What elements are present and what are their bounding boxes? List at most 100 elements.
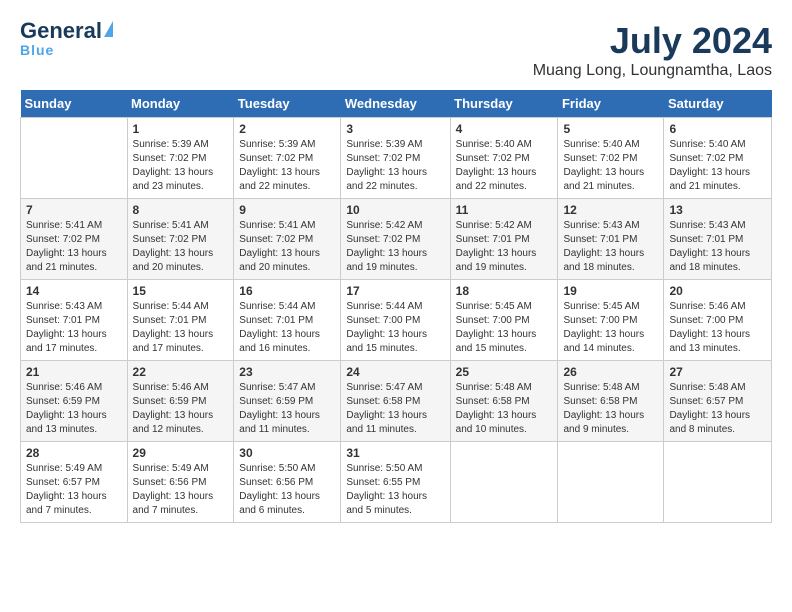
day-number: 11 — [456, 203, 553, 217]
day-info: Sunrise: 5:47 AM Sunset: 6:58 PM Dayligh… — [346, 381, 444, 437]
weekday-header-monday: Monday — [127, 90, 234, 118]
calendar-cell: 21Sunrise: 5:46 AM Sunset: 6:59 PM Dayli… — [21, 361, 128, 442]
weekday-header-saturday: Saturday — [664, 90, 772, 118]
location-subtitle: Muang Long, Loungnamtha, Laos — [533, 62, 772, 80]
day-info: Sunrise: 5:42 AM Sunset: 7:02 PM Dayligh… — [346, 219, 444, 275]
calendar-cell: 16 Sunrise: 5:44 AM Sunset: 7:01 PM Dayli… — [234, 280, 341, 361]
day-info: Sunrise: 5:40 AM Sunset: 7:02 PM Dayligh… — [563, 138, 658, 194]
day-number: 25 — [456, 365, 553, 379]
day-info: Sunrise: 5:39 AM Sunset: 7:02 PM Dayligh… — [133, 138, 229, 194]
day-info: Sunrise: 5:46 AM Sunset: 7:00 PM Dayligh… — [669, 300, 766, 356]
day-number: 31 — [346, 446, 444, 460]
day-number: 4 — [456, 122, 553, 136]
day-info: Sunrise: 5:43 AM Sunset: 7:01 PM Dayligh… — [26, 300, 122, 356]
calendar-cell: 27 Sunrise: 5:48 AM Sunset: 6:57 PM Dayli… — [664, 361, 772, 442]
calendar-cell: 26Sunrise: 5:48 AM Sunset: 6:58 PM Dayli… — [558, 361, 664, 442]
calendar-cell: 10 Sunrise: 5:42 AM Sunset: 7:02 PM Dayli… — [341, 199, 450, 280]
day-info: Sunrise: 5:43 AM Sunset: 7:01 PM Dayligh… — [563, 219, 658, 275]
day-number: 7 — [26, 203, 122, 217]
day-number: 19 — [563, 284, 658, 298]
day-number: 8 — [133, 203, 229, 217]
logo-blue: Blue — [20, 42, 54, 58]
weekday-header-thursday: Thursday — [450, 90, 558, 118]
day-info: Sunrise: 5:43 AM Sunset: 7:01 PM Dayligh… — [669, 219, 766, 275]
calendar-week-row: 21Sunrise: 5:46 AM Sunset: 6:59 PM Dayli… — [21, 361, 772, 442]
day-number: 5 — [563, 122, 658, 136]
day-info: Sunrise: 5:50 AM Sunset: 6:56 PM Dayligh… — [239, 462, 335, 518]
day-info: Sunrise: 5:48 AM Sunset: 6:57 PM Dayligh… — [669, 381, 766, 437]
calendar-week-row: 14 Sunrise: 5:43 AM Sunset: 7:01 PM Dayli… — [21, 280, 772, 361]
calendar-cell — [558, 442, 664, 523]
day-info: Sunrise: 5:40 AM Sunset: 7:02 PM Dayligh… — [669, 138, 766, 194]
calendar-cell — [21, 118, 128, 199]
day-info: Sunrise: 5:50 AM Sunset: 6:55 PM Dayligh… — [346, 462, 444, 518]
day-number: 16 — [239, 284, 335, 298]
day-number: 10 — [346, 203, 444, 217]
day-info: Sunrise: 5:45 AM Sunset: 7:00 PM Dayligh… — [456, 300, 553, 356]
calendar-cell: 23Sunrise: 5:47 AM Sunset: 6:59 PM Dayli… — [234, 361, 341, 442]
day-info: Sunrise: 5:40 AM Sunset: 7:02 PM Dayligh… — [456, 138, 553, 194]
day-number: 1 — [133, 122, 229, 136]
day-number: 21 — [26, 365, 122, 379]
weekday-header-wednesday: Wednesday — [341, 90, 450, 118]
day-info: Sunrise: 5:45 AM Sunset: 7:00 PM Dayligh… — [563, 300, 658, 356]
calendar-cell: 6Sunrise: 5:40 AM Sunset: 7:02 PM Daylig… — [664, 118, 772, 199]
calendar-cell: 25 Sunrise: 5:48 AM Sunset: 6:58 PM Dayli… — [450, 361, 558, 442]
calendar-cell — [664, 442, 772, 523]
calendar-week-row: 1 Sunrise: 5:39 AM Sunset: 7:02 PM Daylig… — [21, 118, 772, 199]
calendar-cell: 18Sunrise: 5:45 AM Sunset: 7:00 PM Dayli… — [450, 280, 558, 361]
day-info: Sunrise: 5:41 AM Sunset: 7:02 PM Dayligh… — [133, 219, 229, 275]
calendar-cell: 30 Sunrise: 5:50 AM Sunset: 6:56 PM Dayli… — [234, 442, 341, 523]
day-number: 22 — [133, 365, 229, 379]
day-info: Sunrise: 5:39 AM Sunset: 7:02 PM Dayligh… — [239, 138, 335, 194]
day-number: 3 — [346, 122, 444, 136]
calendar-cell: 5 Sunrise: 5:40 AM Sunset: 7:02 PM Daylig… — [558, 118, 664, 199]
day-number: 2 — [239, 122, 335, 136]
calendar-cell: 24 Sunrise: 5:47 AM Sunset: 6:58 PM Dayli… — [341, 361, 450, 442]
day-info: Sunrise: 5:49 AM Sunset: 6:57 PM Dayligh… — [26, 462, 122, 518]
day-number: 20 — [669, 284, 766, 298]
calendar-cell: 17 Sunrise: 5:44 AM Sunset: 7:00 PM Dayli… — [341, 280, 450, 361]
calendar-cell: 4 Sunrise: 5:40 AM Sunset: 7:02 PM Daylig… — [450, 118, 558, 199]
day-number: 9 — [239, 203, 335, 217]
day-number: 17 — [346, 284, 444, 298]
day-number: 14 — [26, 284, 122, 298]
day-number: 28 — [26, 446, 122, 460]
day-info: Sunrise: 5:42 AM Sunset: 7:01 PM Dayligh… — [456, 219, 553, 275]
day-number: 27 — [669, 365, 766, 379]
day-number: 23 — [239, 365, 335, 379]
calendar-cell: 29Sunrise: 5:49 AM Sunset: 6:56 PM Dayli… — [127, 442, 234, 523]
calendar-cell: 7 Sunrise: 5:41 AM Sunset: 7:02 PM Daylig… — [21, 199, 128, 280]
calendar-cell: 2 Sunrise: 5:39 AM Sunset: 7:02 PM Daylig… — [234, 118, 341, 199]
calendar-cell: 13Sunrise: 5:43 AM Sunset: 7:01 PM Dayli… — [664, 199, 772, 280]
calendar-cell: 28 Sunrise: 5:49 AM Sunset: 6:57 PM Dayli… — [21, 442, 128, 523]
day-info: Sunrise: 5:39 AM Sunset: 7:02 PM Dayligh… — [346, 138, 444, 194]
weekday-header-sunday: Sunday — [21, 90, 128, 118]
logo-general: General — [20, 20, 102, 42]
calendar-cell: 15Sunrise: 5:44 AM Sunset: 7:01 PM Dayli… — [127, 280, 234, 361]
day-number: 24 — [346, 365, 444, 379]
calendar-cell: 14 Sunrise: 5:43 AM Sunset: 7:01 PM Dayli… — [21, 280, 128, 361]
day-number: 15 — [133, 284, 229, 298]
day-info: Sunrise: 5:41 AM Sunset: 7:02 PM Dayligh… — [239, 219, 335, 275]
weekday-header-tuesday: Tuesday — [234, 90, 341, 118]
day-number: 30 — [239, 446, 335, 460]
day-number: 26 — [563, 365, 658, 379]
day-info: Sunrise: 5:48 AM Sunset: 6:58 PM Dayligh… — [456, 381, 553, 437]
logo: General Blue — [20, 20, 113, 58]
calendar-cell: 9 Sunrise: 5:41 AM Sunset: 7:02 PM Daylig… — [234, 199, 341, 280]
calendar-cell: 31 Sunrise: 5:50 AM Sunset: 6:55 PM Dayli… — [341, 442, 450, 523]
day-number: 12 — [563, 203, 658, 217]
title-section: July 2024 Muang Long, Loungnamtha, Laos — [533, 20, 772, 80]
month-year-title: July 2024 — [533, 20, 772, 62]
day-info: Sunrise: 5:41 AM Sunset: 7:02 PM Dayligh… — [26, 219, 122, 275]
weekday-header-friday: Friday — [558, 90, 664, 118]
calendar-cell: 8 Sunrise: 5:41 AM Sunset: 7:02 PM Daylig… — [127, 199, 234, 280]
calendar-cell: 1 Sunrise: 5:39 AM Sunset: 7:02 PM Daylig… — [127, 118, 234, 199]
calendar-cell: 12 Sunrise: 5:43 AM Sunset: 7:01 PM Dayli… — [558, 199, 664, 280]
day-info: Sunrise: 5:44 AM Sunset: 7:01 PM Dayligh… — [239, 300, 335, 356]
page-header: General Blue July 2024 Muang Long, Loung… — [20, 20, 772, 80]
calendar-cell: 20 Sunrise: 5:46 AM Sunset: 7:00 PM Dayli… — [664, 280, 772, 361]
calendar-week-row: 7 Sunrise: 5:41 AM Sunset: 7:02 PM Daylig… — [21, 199, 772, 280]
day-info: Sunrise: 5:44 AM Sunset: 7:00 PM Dayligh… — [346, 300, 444, 356]
